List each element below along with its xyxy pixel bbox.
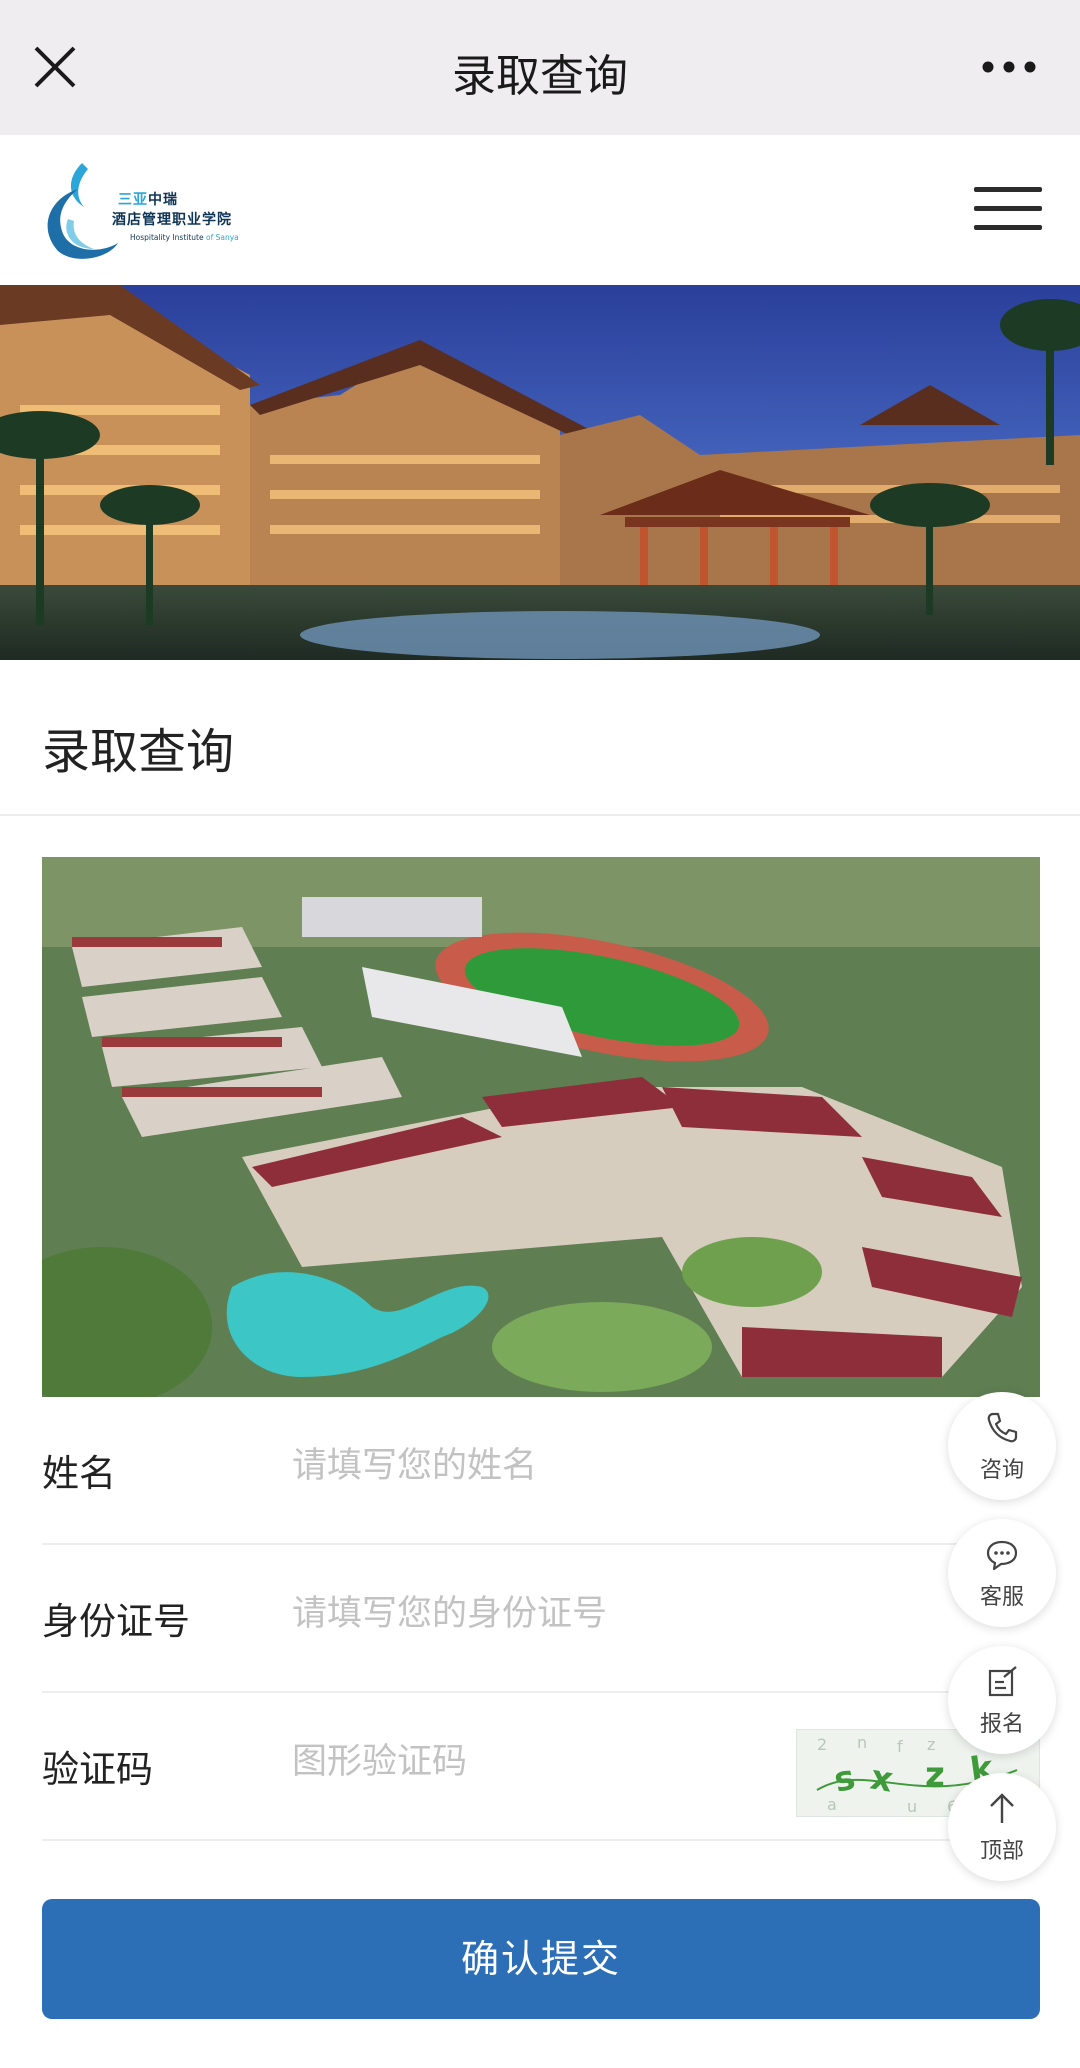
logo-text-line2: 酒店管理职业学院 (112, 212, 232, 228)
submit-button[interactable]: 确认提交 (42, 1899, 1040, 2019)
id-number-row: 身份证号 (42, 1545, 1040, 1693)
title-bar: 录取查询 (0, 0, 1080, 135)
name-row: 姓名 (42, 1397, 1040, 1545)
svg-text:f: f (897, 1737, 903, 1756)
school-logo[interactable]: 三亚中瑞 酒店管理职业学院 Hospitality Institute of S… (38, 159, 318, 269)
svg-text:x: x (867, 1757, 896, 1800)
name-label: 姓名 (42, 1452, 116, 1495)
site-header: 三亚中瑞 酒店管理职业学院 Hospitality Institute of S… (0, 135, 1080, 285)
page-title: 录取查询 (452, 51, 628, 102)
id-number-input[interactable] (292, 1581, 812, 1647)
logo-text-line1: 三亚中瑞 (118, 192, 178, 208)
captcha-input[interactable] (292, 1729, 812, 1795)
consult-button[interactable]: 咨询 (948, 1392, 1056, 1500)
section-title: 录取查询 (42, 724, 235, 780)
banner-image (0, 285, 1080, 660)
svg-text:a: a (827, 1795, 837, 1814)
svg-text:u: u (907, 1797, 917, 1816)
captcha-row: 验证码 2nfz au6z s x z k (42, 1693, 1040, 1841)
consult-label: 咨询 (979, 1458, 1024, 1483)
more-icon[interactable] (980, 52, 1038, 82)
back-to-top-button[interactable]: 顶部 (948, 1773, 1056, 1881)
phone-icon (987, 1412, 1018, 1443)
name-input[interactable] (292, 1433, 812, 1499)
logo-text-english: Hospitality Institute of Sanya (130, 233, 239, 242)
edit-form-icon (988, 1666, 1017, 1697)
hamburger-icon[interactable] (974, 185, 1042, 233)
svg-text:z: z (927, 1735, 935, 1754)
signup-button[interactable]: 报名 (948, 1646, 1056, 1754)
svg-text:z: z (925, 1755, 945, 1795)
customer-service-label: 客服 (979, 1585, 1024, 1610)
customer-service-button[interactable]: 客服 (948, 1519, 1056, 1627)
captcha-label: 验证码 (42, 1748, 153, 1791)
signup-label: 报名 (979, 1712, 1024, 1737)
section-header: 录取查询 (0, 660, 1080, 816)
svg-text:2: 2 (817, 1735, 827, 1754)
svg-text:n: n (857, 1733, 867, 1752)
chat-bubble-icon (986, 1540, 1018, 1571)
campus-aerial-image (42, 857, 1040, 1397)
arrow-up-icon (990, 1793, 1014, 1823)
back-to-top-label: 顶部 (979, 1839, 1024, 1864)
id-number-label: 身份证号 (42, 1600, 190, 1643)
